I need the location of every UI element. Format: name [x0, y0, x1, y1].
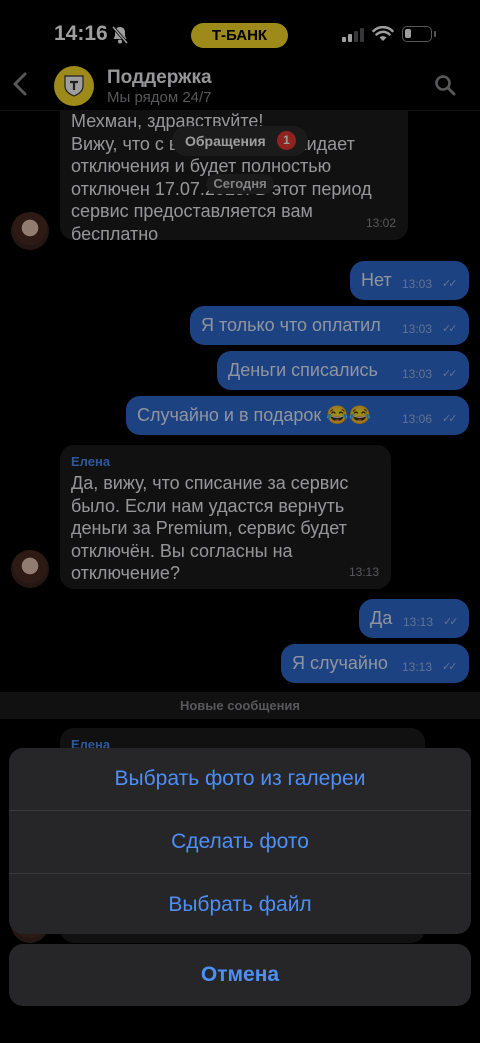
attachment-action-sheet: Выбрать фото из галереи Сделать фото Выб…: [9, 748, 471, 934]
take-photo-button[interactable]: Сделать фото: [9, 811, 471, 874]
cancel-button[interactable]: Отмена: [9, 944, 471, 1006]
choose-from-gallery-button[interactable]: Выбрать фото из галереи: [9, 748, 471, 811]
choose-file-button[interactable]: Выбрать файл: [9, 874, 471, 934]
